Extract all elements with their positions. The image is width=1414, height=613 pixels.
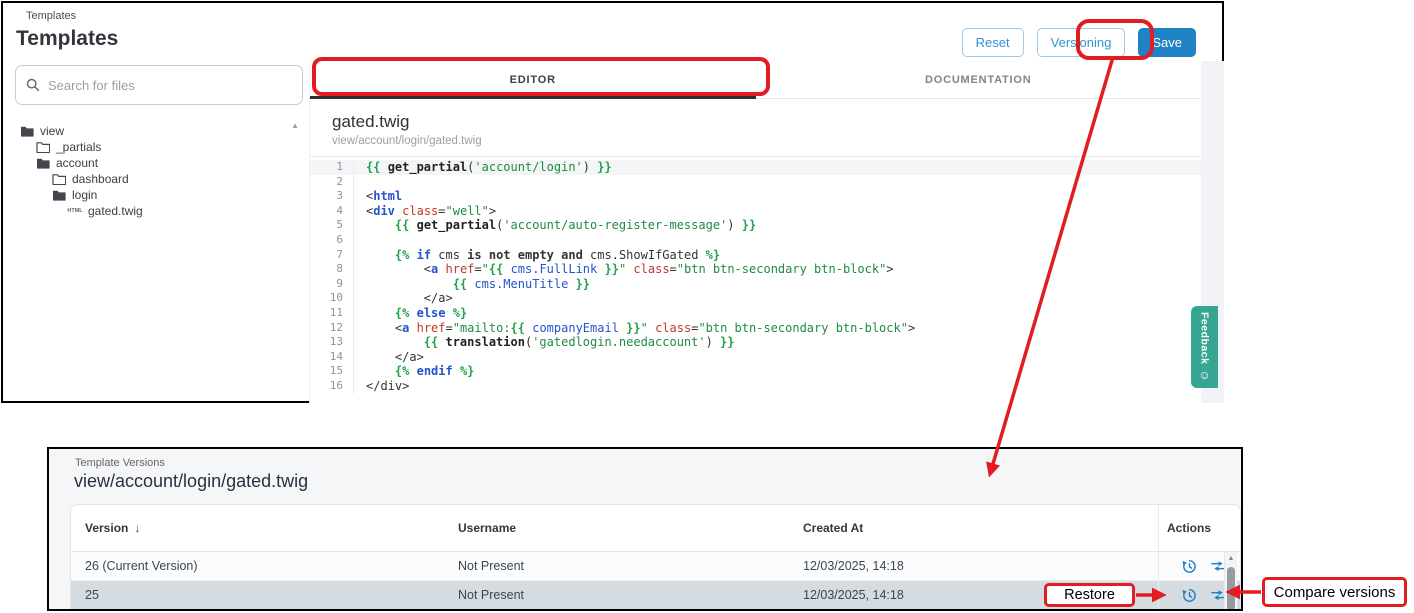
column-header-username[interactable]: Username <box>444 505 789 551</box>
tree-item-label: dashboard <box>72 172 129 186</box>
tree-item-label: account <box>56 156 98 170</box>
line-number: 15 <box>310 364 354 379</box>
reset-button[interactable]: Reset <box>962 28 1024 57</box>
annotation-restore: Restore <box>1044 583 1135 607</box>
search-box <box>15 65 303 105</box>
tab-bar: EDITORDOCUMENTATION <box>310 61 1201 99</box>
tab-documentation[interactable]: DOCUMENTATION <box>756 61 1202 98</box>
versions-breadcrumb: Template Versions <box>75 457 165 469</box>
code-line[interactable]: 6 <box>310 233 1201 248</box>
code-area[interactable]: 1 {{ get_partial('account/login') }} 2 3… <box>310 157 1201 394</box>
versioning-button[interactable]: Versioning <box>1037 28 1126 57</box>
tree-item-_partials[interactable]: _partials <box>15 139 303 155</box>
code-line[interactable]: 10 </a> <box>310 291 1201 306</box>
version-cell: 26 (Current Version) <box>71 552 444 580</box>
line-number: 14 <box>310 350 354 365</box>
breadcrumb: Templates <box>26 10 76 22</box>
code-line[interactable]: 5 {{ get_partial('account/auto-register-… <box>310 218 1201 233</box>
scroll-up-icon[interactable]: ▲ <box>1225 555 1237 562</box>
tree-item-view[interactable]: view <box>15 123 303 139</box>
editor-panel: EDITORDOCUMENTATION gated.twig view/acco… <box>309 61 1201 403</box>
line-number: 7 <box>310 248 354 263</box>
line-number: 10 <box>310 291 354 306</box>
line-number: 8 <box>310 262 354 277</box>
line-number: 12 <box>310 321 354 336</box>
search-input[interactable] <box>48 78 292 93</box>
column-header-actions[interactable]: Actions <box>1158 505 1240 551</box>
sidebar: ▲ view _partials account dashboard login… <box>15 65 303 397</box>
line-number: 4 <box>310 204 354 219</box>
versions-header-row: Version↓UsernameCreated AtActions <box>71 505 1240 552</box>
column-header-version[interactable]: Version↓ <box>71 505 444 551</box>
code-line[interactable]: 9 {{ cms.MenuTitle }} <box>310 277 1201 292</box>
tree-item-label: _partials <box>56 140 101 154</box>
scrollbar-thumb[interactable] <box>1227 567 1235 611</box>
tree-item-account[interactable]: account <box>15 155 303 171</box>
username-cell: Not Present <box>444 581 789 609</box>
tree-item-label: view <box>40 124 64 138</box>
templates-window: Templates Templates Reset Versioning Sav… <box>1 1 1224 403</box>
code-line[interactable]: 15 {% endif %} <box>310 364 1201 379</box>
line-number: 5 <box>310 218 354 233</box>
tree-item-login[interactable]: login <box>15 187 303 203</box>
line-number: 13 <box>310 335 354 350</box>
toolbar: Reset Versioning Save <box>962 28 1196 57</box>
line-number: 11 <box>310 306 354 321</box>
code-line[interactable]: 7 {% if cms is not empty and cms.ShowIfG… <box>310 248 1201 263</box>
folder-filled-icon <box>51 189 67 201</box>
code-line[interactable]: 1 {{ get_partial('account/login') }} <box>310 160 1201 175</box>
html-file-icon: HTML <box>67 208 83 214</box>
editor-header: gated.twig view/account/login/gated.twig <box>310 99 1201 157</box>
line-number: 16 <box>310 379 354 394</box>
code-line[interactable]: 2 <box>310 175 1201 190</box>
tab-editor[interactable]: EDITOR <box>310 61 756 98</box>
save-button[interactable]: Save <box>1138 28 1196 57</box>
line-number: 3 <box>310 189 354 204</box>
username-cell: Not Present <box>444 552 789 580</box>
code-line[interactable]: 12 <a href="mailto:{{ companyEmail }}" c… <box>310 321 1201 336</box>
code-line[interactable]: 3 <html <box>310 189 1201 204</box>
folder-filled-icon <box>35 157 51 169</box>
annotation-compare-versions: Compare versions <box>1262 577 1407 607</box>
line-number: 6 <box>310 233 354 248</box>
line-number: 2 <box>310 175 354 190</box>
folder-outline-icon <box>35 141 51 153</box>
versions-title: view/account/login/gated.twig <box>74 471 308 492</box>
file-name: gated.twig <box>332 112 1179 132</box>
tree-item-gated.twig[interactable]: HTML gated.twig <box>15 203 303 219</box>
created-at-cell: 12/03/2025, 14:18 <box>789 552 1158 580</box>
restore-icon[interactable] <box>1181 587 1198 604</box>
table-scrollbar[interactable]: ▲ <box>1224 552 1237 611</box>
feedback-tab[interactable]: Feedback ☺ <box>1191 306 1218 388</box>
scroll-up-icon[interactable]: ▲ <box>291 121 299 130</box>
folder-filled-icon <box>19 125 35 137</box>
tree-item-label: login <box>72 188 97 202</box>
file-tree: ▲ view _partials account dashboard login… <box>15 123 303 219</box>
column-header-created-at[interactable]: Created At <box>789 505 1158 551</box>
tree-item-label: gated.twig <box>88 204 143 218</box>
version-cell: 25 <box>71 581 444 609</box>
code-line[interactable]: 11 {% else %} <box>310 306 1201 321</box>
feedback-label: Feedback <box>1199 312 1211 364</box>
code-line[interactable]: 14 </a> <box>310 350 1201 365</box>
smiley-icon: ☺ <box>1198 368 1210 382</box>
folder-outline-icon <box>51 173 67 185</box>
tree-item-dashboard[interactable]: dashboard <box>15 171 303 187</box>
sort-desc-icon[interactable]: ↓ <box>134 521 140 535</box>
version-row[interactable]: 26 (Current Version) Not Present 12/03/2… <box>71 552 1240 581</box>
restore-icon[interactable] <box>1181 558 1198 575</box>
code-line[interactable]: 8 <a href="{{ cms.FullLink }}" class="bt… <box>310 262 1201 277</box>
file-path: view/account/login/gated.twig <box>332 135 1179 147</box>
line-number: 1 <box>310 160 354 175</box>
page-title: Templates <box>16 27 118 51</box>
search-icon <box>26 78 40 92</box>
code-line[interactable]: 16 </div> <box>310 379 1201 394</box>
code-line[interactable]: 4 <div class="well"> <box>310 204 1201 219</box>
code-line[interactable]: 13 {{ translation('gatedlogin.needaccoun… <box>310 335 1201 350</box>
line-number: 9 <box>310 277 354 292</box>
